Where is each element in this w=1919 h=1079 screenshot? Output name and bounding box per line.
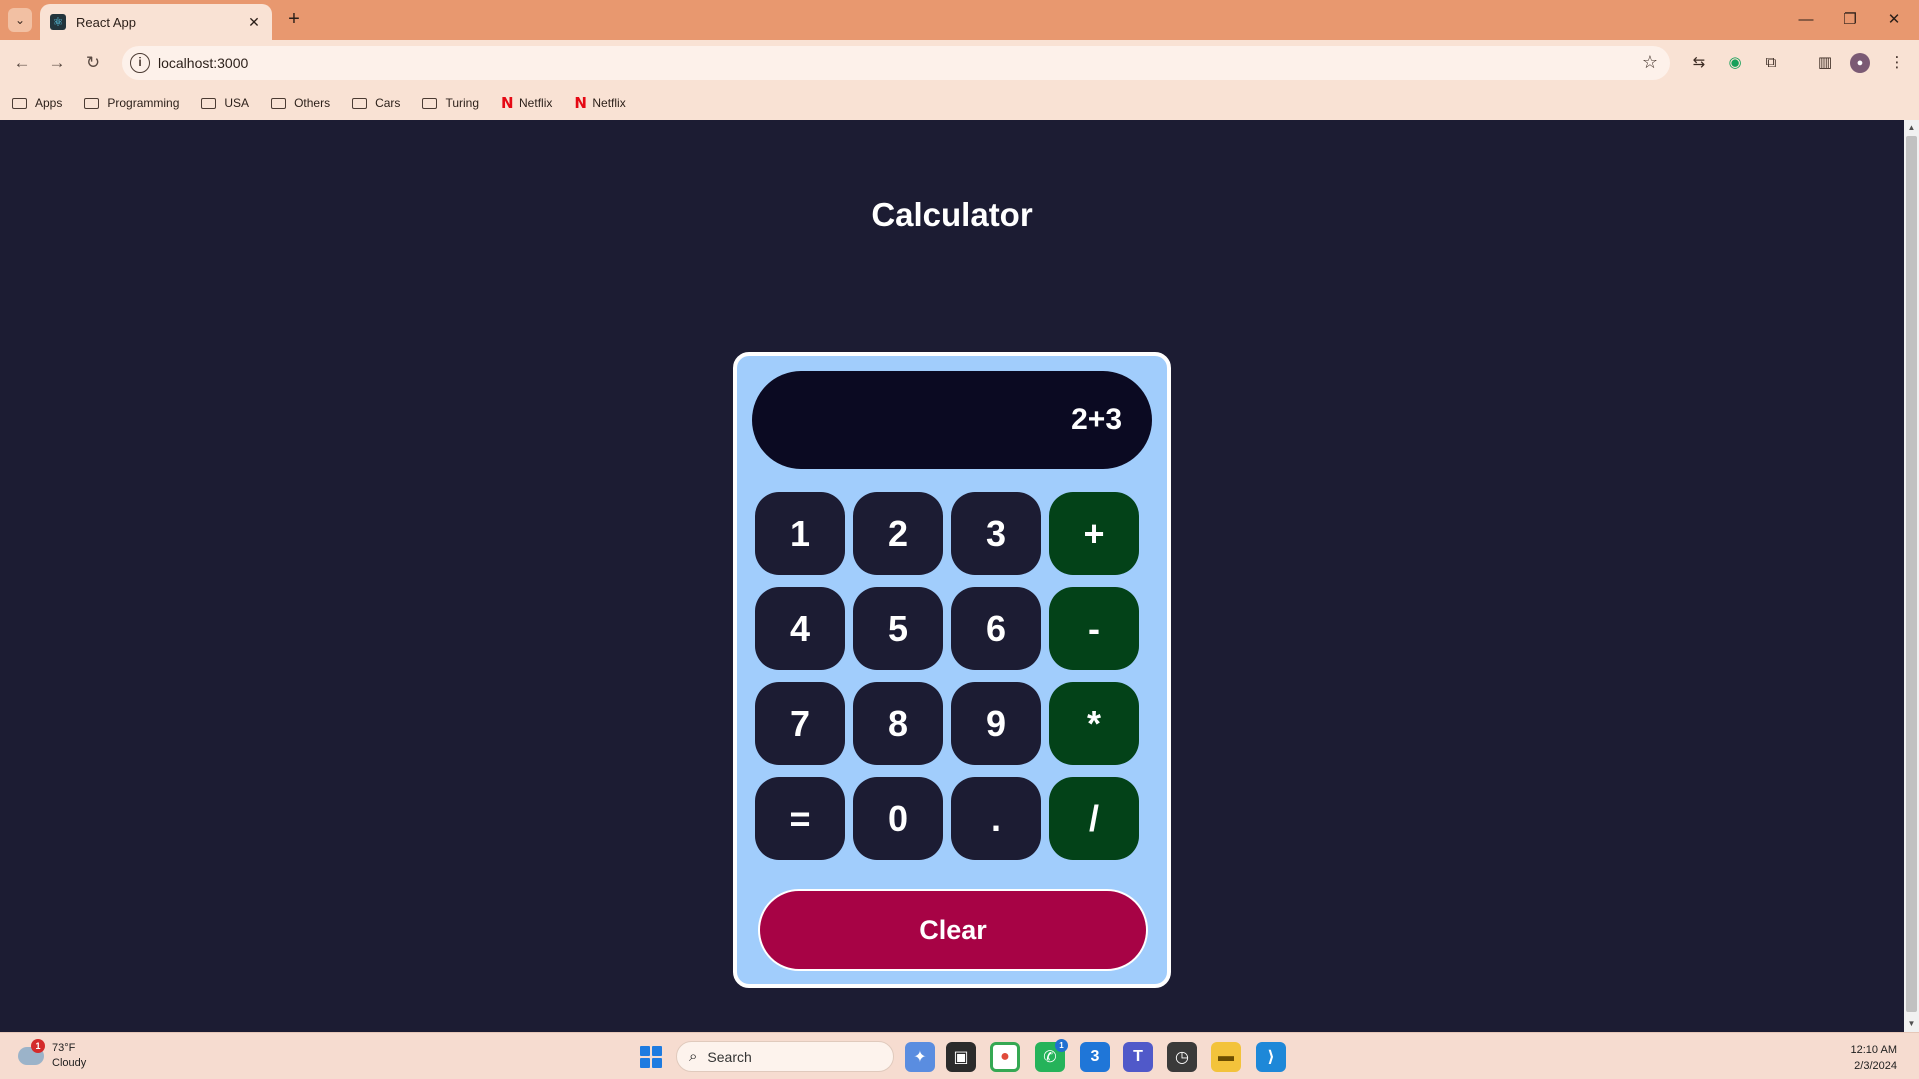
key-minus[interactable]: - [1049, 587, 1139, 670]
folder-icon [422, 97, 438, 109]
back-arrow-icon[interactable]: ← [10, 51, 34, 75]
folder-icon [271, 97, 287, 109]
netflix-icon: N [501, 94, 514, 112]
windows-taskbar: 1 73°F Cloudy ⌕ Search ✦ ▣ ● ✆ 1 3 T ◷ ▬… [0, 1032, 1919, 1079]
folder-icon [84, 97, 100, 109]
bookmark-programming[interactable]: Programming [84, 96, 179, 110]
scrollbar-thumb[interactable] [1906, 136, 1917, 1012]
calculator: 2+3 1 2 3 + 4 5 6 - 7 8 9 * = 0 . / Clea… [733, 352, 1171, 988]
cloud-icon: 1 [18, 1039, 45, 1065]
netflix-icon: N [574, 94, 587, 112]
key-4[interactable]: 4 [755, 587, 845, 670]
bookmark-netflix[interactable]: N Netflix [501, 94, 552, 112]
weather-widget[interactable]: 1 73°F Cloudy [18, 1039, 87, 1071]
clock-time: 12:10 AM [1850, 1044, 1897, 1056]
profile-avatar[interactable]: ● [1850, 53, 1870, 73]
key-divide[interactable]: / [1049, 777, 1139, 860]
key-8[interactable]: 8 [853, 682, 943, 765]
key-6[interactable]: 6 [951, 587, 1041, 670]
bookmark-label: Apps [35, 96, 63, 110]
page-scrollbar[interactable]: ▲ ▼ [1904, 120, 1919, 1032]
tab-search-button[interactable]: ⌄ [8, 8, 32, 32]
bookmark-label: Netflix [592, 96, 626, 110]
browser-tab[interactable]: ⚛ React App ✕ [40, 4, 272, 40]
key-plus[interactable]: + [1049, 492, 1139, 575]
clear-button[interactable]: Clear [758, 889, 1148, 971]
folder-icon [352, 97, 368, 109]
translate-extension-icon[interactable]: ⇆ [1688, 52, 1710, 74]
bookmark-others[interactable]: Others [271, 96, 330, 110]
notification-badge: 1 [1055, 1039, 1068, 1052]
restore-icon[interactable]: ❐ [1830, 6, 1870, 34]
key-2[interactable]: 2 [853, 492, 943, 575]
bookmark-apps[interactable]: Apps [12, 96, 62, 110]
page-content: Calculator 2+3 1 2 3 + 4 5 6 - 7 8 9 * =… [0, 120, 1904, 1032]
minimize-icon[interactable]: — [1786, 6, 1826, 34]
bookmark-label: Cars [375, 96, 401, 110]
app-3-icon[interactable]: 3 [1080, 1042, 1110, 1072]
site-info-icon[interactable]: i [130, 53, 150, 73]
clock-app-icon[interactable]: ◷ [1167, 1042, 1197, 1072]
search-icon: ⌕ [689, 1048, 698, 1065]
scroll-up-arrow-icon[interactable]: ▲ [1904, 121, 1919, 135]
bookmark-label: Others [294, 96, 331, 110]
scroll-down-arrow-icon[interactable]: ▼ [1904, 1017, 1919, 1031]
key-3[interactable]: 3 [951, 492, 1041, 575]
menu-kebab-icon[interactable]: ⋮ [1886, 52, 1908, 74]
copilot-icon[interactable]: ✦ [905, 1042, 935, 1072]
system-clock[interactable]: 12:10 AM 2/3/2024 [1851, 1042, 1897, 1074]
react-icon: ⚛ [50, 14, 66, 30]
side-panel-icon[interactable]: ▥ [1814, 52, 1836, 74]
bookmarks-bar: Apps Programming USA Others Cars Turing … [0, 86, 1919, 120]
task-view-icon[interactable]: ▣ [946, 1042, 976, 1072]
whatsapp-icon[interactable]: ✆ 1 [1035, 1039, 1068, 1072]
bookmark-label: Netflix [519, 96, 553, 110]
folder-icon [201, 97, 217, 109]
forward-arrow-icon[interactable]: → [45, 51, 69, 75]
chevron-down-icon: ⌄ [14, 13, 26, 27]
calculator-display: 2+3 [752, 371, 1152, 469]
bookmark-star-icon[interactable]: ☆ [1642, 52, 1658, 73]
key-1[interactable]: 1 [755, 492, 845, 575]
vscode-icon[interactable]: ⟩ [1256, 1042, 1286, 1072]
close-icon[interactable]: ✕ [246, 14, 262, 31]
weather-description: Cloudy [52, 1057, 87, 1069]
folder-icon [12, 97, 27, 109]
browser-tab-bar: ⌄ ⚛ React App ✕ + — ❐ ✕ [0, 0, 1919, 40]
bookmark-cars[interactable]: Cars [352, 96, 400, 110]
bookmark-label: Turing [445, 96, 480, 110]
key-multiply[interactable]: * [1049, 682, 1139, 765]
key-7[interactable]: 7 [755, 682, 845, 765]
window-close-icon[interactable]: ✕ [1874, 6, 1914, 34]
key-decimal[interactable]: . [951, 777, 1041, 860]
new-tab-button[interactable]: + [282, 8, 306, 32]
notification-badge: 1 [31, 1039, 45, 1053]
windows-start-icon[interactable] [640, 1046, 662, 1068]
bookmark-usa[interactable]: USA [201, 96, 249, 110]
address-bar[interactable]: i localhost:3000 ☆ [122, 46, 1670, 80]
key-9[interactable]: 9 [951, 682, 1041, 765]
browser-toolbar: ← → ↻ i localhost:3000 ☆ ⇆ ◉ ⧉ ▥ ● ⋮ [0, 40, 1919, 86]
page-title: Calculator [871, 196, 1033, 233]
bookmark-turing[interactable]: Turing [422, 96, 479, 110]
key-5[interactable]: 5 [853, 587, 943, 670]
taskbar-search[interactable]: ⌕ Search [676, 1041, 894, 1072]
extensions-puzzle-icon[interactable]: ⧉ [1760, 52, 1782, 74]
reload-icon[interactable]: ↻ [81, 51, 105, 75]
address-url[interactable]: localhost:3000 [158, 55, 248, 71]
tab-title: React App [76, 14, 136, 30]
file-explorer-icon[interactable]: ▬ [1211, 1042, 1241, 1072]
key-0[interactable]: 0 [853, 777, 943, 860]
grammarly-extension-icon[interactable]: ◉ [1724, 52, 1746, 74]
bookmark-label: USA [224, 96, 250, 110]
taskbar-search-label: Search [707, 1048, 752, 1065]
bookmark-netflix[interactable]: N Netflix [574, 94, 625, 112]
chrome-icon[interactable]: ● [990, 1042, 1020, 1072]
teams-icon[interactable]: T [1123, 1042, 1153, 1072]
key-equals[interactable]: = [755, 777, 845, 860]
bookmark-label: Programming [107, 96, 180, 110]
weather-temperature: 73°F [52, 1042, 76, 1054]
clock-date: 2/3/2024 [1854, 1060, 1897, 1072]
